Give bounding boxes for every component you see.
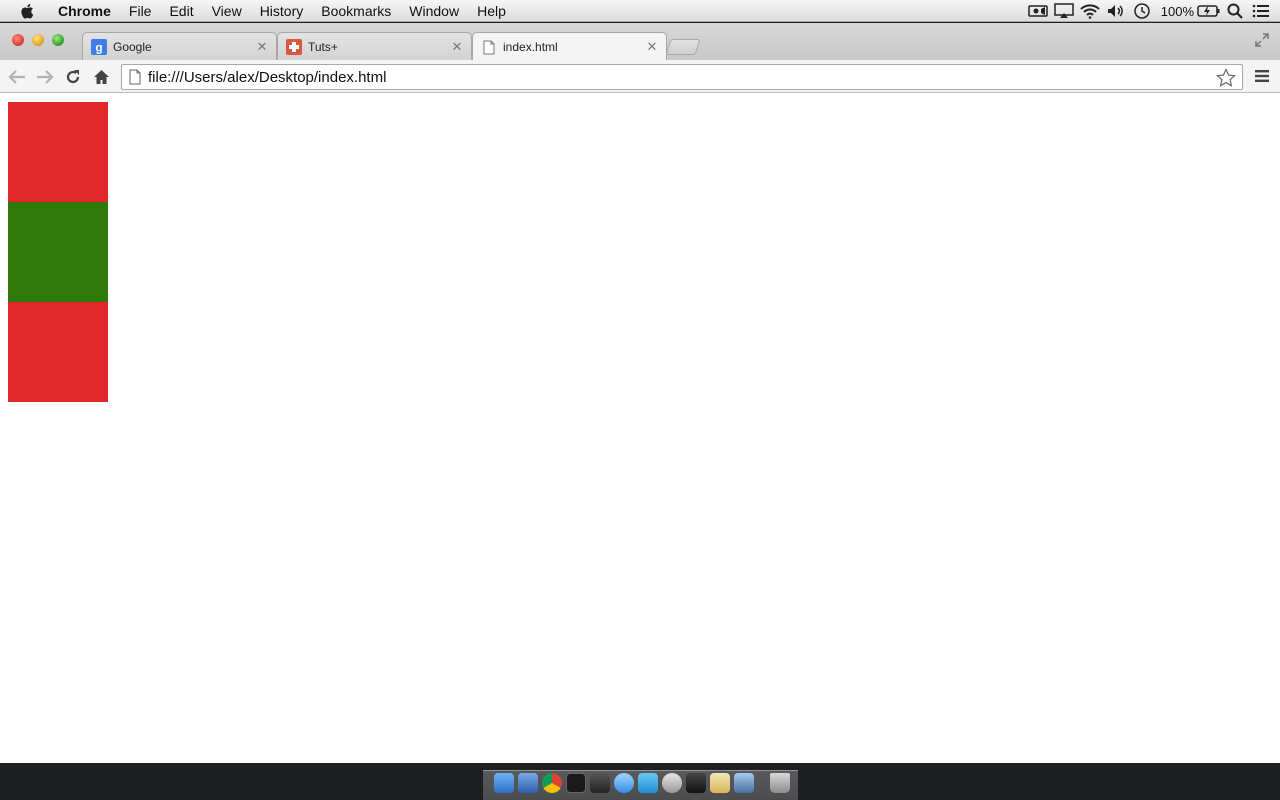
tab-close-icon[interactable]: ✕ [644,39,660,55]
browser-window: g Google ✕ Tuts+ ✕ index.html ✕ file:///… [0,23,1280,763]
menu-help[interactable]: Help [477,0,506,22]
apple-icon[interactable] [19,2,37,20]
menu-bookmarks[interactable]: Bookmarks [321,0,391,22]
app-store-icon[interactable] [518,773,538,793]
tab-title: Google [113,39,152,54]
finder-icon[interactable] [494,773,514,793]
menu-file[interactable]: File [129,0,152,22]
page-icon [481,39,497,55]
red-block-top [8,102,108,202]
omnibox[interactable]: file:///Users/alex/Desktop/index.html [121,64,1243,90]
spotlight-search-icon[interactable] [1222,0,1248,22]
chrome-menu-icon[interactable] [1254,68,1270,84]
tab-close-icon[interactable]: ✕ [254,39,270,55]
google-favicon: g [91,38,107,55]
tab-title: index.html [503,40,558,54]
menu-window[interactable]: Window [409,0,459,22]
back-arrow-icon[interactable] [7,67,27,87]
sublime-icon[interactable] [590,773,610,793]
menu-app-name[interactable]: Chrome [58,0,111,22]
airplay-icon[interactable] [1051,0,1077,22]
browser-toolbar: file:///Users/alex/Desktop/index.html [0,60,1280,93]
status-area: 100% [1025,0,1274,22]
tab-tutsplus[interactable]: Tuts+ ✕ [277,32,472,60]
wifi-icon[interactable] [1077,0,1103,22]
trash-icon[interactable] [770,773,790,793]
forward-arrow-icon[interactable] [35,67,55,87]
textedit-icon[interactable] [710,773,730,793]
tutsplus-favicon [286,38,302,55]
photos-icon[interactable] [734,773,754,793]
disk-utility-icon[interactable] [662,773,682,793]
battery-icon[interactable] [1196,0,1222,22]
green-block-middle [8,202,108,302]
reload-icon[interactable] [63,67,83,87]
preview-icon[interactable] [686,773,706,793]
terminal-icon[interactable] [566,773,586,793]
chrome-icon[interactable] [542,773,562,793]
menu-bar: Chrome File Edit View History Bookmarks … [0,0,1280,22]
window-close-button[interactable] [12,34,24,46]
facetime-camera-icon[interactable] [1025,0,1051,22]
tab-index-html[interactable]: index.html ✕ [472,32,667,61]
home-icon[interactable] [91,67,111,87]
tab-close-icon[interactable]: ✕ [449,39,465,55]
red-block-bottom [8,302,108,402]
page-icon [129,69,141,85]
new-tab-button[interactable] [665,39,701,55]
volume-icon[interactable] [1103,0,1129,22]
bookmark-star-icon[interactable] [1216,68,1236,88]
menu-history[interactable]: History [260,0,304,22]
tab-google[interactable]: g Google ✕ [82,32,277,60]
page-viewport [0,94,1280,763]
window-zoom-button[interactable] [52,34,64,46]
notification-center-icon[interactable] [1248,0,1274,22]
menu-view[interactable]: View [212,0,242,22]
url-text[interactable]: file:///Users/alex/Desktop/index.html [148,69,1242,86]
messages-icon[interactable] [614,773,634,793]
svg-text:g: g [95,40,102,54]
time-machine-icon[interactable] [1129,0,1155,22]
battery-percentage: 100% [1160,3,1194,19]
menu-edit[interactable]: Edit [169,0,193,22]
fullscreen-icon[interactable] [1254,32,1270,48]
window-minimize-button[interactable] [32,34,44,46]
twitter-icon[interactable] [638,773,658,793]
tab-title: Tuts+ [308,39,338,54]
tab-strip: g Google ✕ Tuts+ ✕ index.html ✕ [0,23,1280,61]
